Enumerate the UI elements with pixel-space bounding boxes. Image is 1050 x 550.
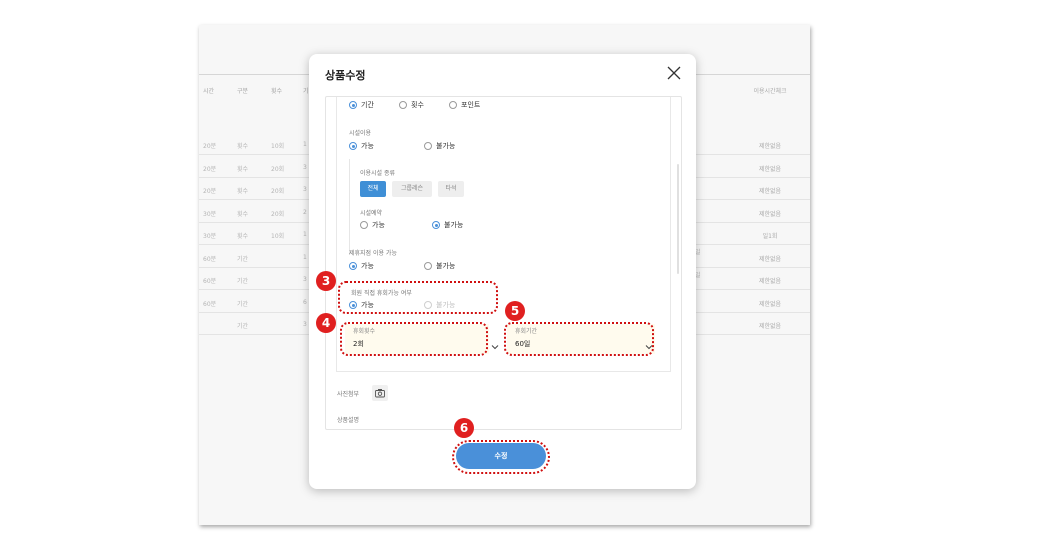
radio-type-period[interactable]: 기간 — [349, 100, 374, 110]
radio-unchecked-icon — [360, 221, 368, 229]
radio-label: 기간 — [361, 101, 374, 109]
radio-reservation-unavailable[interactable]: 불가능 — [432, 220, 463, 230]
camera-icon — [375, 389, 385, 398]
chip-group-lesson[interactable]: 그룹레슨 — [392, 181, 432, 197]
chevron-down-icon[interactable] — [491, 343, 499, 351]
radio-label: 가능 — [372, 221, 385, 229]
facility-use-label: 시설이용 — [349, 130, 372, 137]
highlight-box — [452, 440, 550, 474]
step-badge: 5 — [505, 301, 525, 321]
radio-checked-icon — [349, 262, 357, 270]
highlight-box — [504, 322, 654, 356]
radio-type-point[interactable]: 포인트 — [449, 100, 480, 110]
radio-type-count[interactable]: 횟수 — [399, 100, 424, 110]
facility-type-label: 이용시설 종류 — [360, 170, 396, 177]
radio-facility-unavailable[interactable]: 불가능 — [424, 141, 455, 151]
product-edit-modal: 상품수정 기간 횟수 포인트 시설이용 가능 불가능 이용시설 종류 전체 그룹… — [309, 54, 696, 489]
radio-partner-available[interactable]: 가능 — [349, 261, 374, 271]
step-badge: 3 — [316, 271, 336, 291]
highlight-box — [340, 322, 488, 356]
facility-reservation-label: 시설예약 — [360, 210, 383, 217]
radio-reservation-available[interactable]: 가능 — [360, 220, 385, 230]
radio-checked-icon — [349, 101, 357, 109]
modal-title: 상품수정 — [325, 69, 366, 82]
radio-checked-icon — [349, 142, 357, 150]
radio-unchecked-icon — [424, 142, 432, 150]
radio-checked-icon — [432, 221, 440, 229]
modal-scroll-area[interactable]: 기간 횟수 포인트 시설이용 가능 불가능 이용시설 종류 전체 그룹레슨 타석… — [325, 96, 682, 430]
radio-label: 포인트 — [461, 101, 481, 109]
close-button[interactable] — [666, 65, 682, 81]
radio-label: 불가능 — [444, 221, 464, 229]
radio-label: 횟수 — [411, 101, 424, 109]
photo-attach-label: 사진첨부 — [337, 391, 360, 398]
radio-label: 가능 — [361, 262, 374, 270]
radio-label: 불가능 — [436, 262, 456, 270]
description-label: 상품설명 — [337, 417, 360, 424]
radio-label: 가능 — [361, 142, 374, 150]
radio-unchecked-icon — [424, 262, 432, 270]
radio-unchecked-icon — [449, 101, 457, 109]
radio-facility-available[interactable]: 가능 — [349, 141, 374, 151]
chip-batting-box[interactable]: 타석 — [438, 181, 464, 197]
radio-partner-unavailable[interactable]: 불가능 — [424, 261, 455, 271]
step-badge: 4 — [316, 313, 336, 333]
highlight-box — [338, 281, 498, 314]
partner-use-label: 제휴지점 이용 가능 — [349, 250, 397, 257]
chip-all[interactable]: 전체 — [360, 181, 386, 197]
radio-label: 불가능 — [436, 142, 456, 150]
facility-detail-group: 이용시설 종류 전체 그룹레슨 타석 시설예약 가능 불가능 — [349, 159, 670, 255]
step-badge: 6 — [454, 418, 474, 438]
photo-attach-button[interactable] — [372, 385, 388, 401]
close-icon — [667, 66, 681, 80]
scrollbar[interactable] — [677, 164, 679, 274]
radio-unchecked-icon — [399, 101, 407, 109]
